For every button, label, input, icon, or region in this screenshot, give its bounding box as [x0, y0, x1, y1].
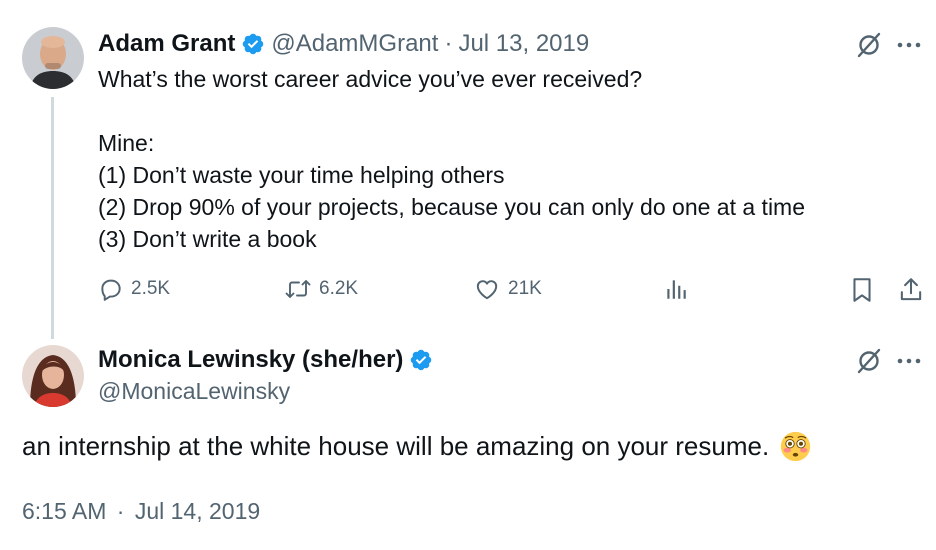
reply-date: Jul 14, 2019 [134, 498, 261, 524]
tweet-body: What’s the worst career advice you’ve ev… [98, 63, 898, 255]
tweet-line: What’s the worst career advice you’ve ev… [98, 66, 643, 92]
tweet-line: (1) Don’t waste your time helping others [98, 162, 505, 188]
reply-text: an internship at the white house will be… [22, 431, 770, 461]
reply-body: an internship at the white house will be… [22, 430, 812, 463]
timestamp-separator: · [116, 498, 125, 524]
bookmark-button[interactable] [849, 276, 875, 304]
flushed-face-emoji-icon [781, 431, 811, 462]
reply-timestamp[interactable]: 6:15 AM · Jul 14, 2019 [22, 498, 260, 525]
author-display-name[interactable]: Adam Grant [98, 30, 235, 58]
date-separator: · [444, 30, 453, 57]
avatar-monica-lewinsky[interactable] [22, 345, 84, 407]
tweet-line: Mine: [98, 130, 155, 156]
share-button[interactable] [898, 276, 924, 304]
reply-author-display-name[interactable]: Monica Lewinsky (she/her) [98, 346, 403, 374]
person-avatar-icon [22, 345, 84, 407]
reply-button[interactable]: 2.5K [98, 276, 170, 302]
verified-badge-icon [243, 33, 264, 55]
tweet-line: (3) Don’t write a book [98, 226, 317, 252]
person-avatar-icon [22, 27, 84, 89]
tweet-date[interactable]: Jul 13, 2019 [458, 30, 589, 58]
avatar-adam-grant[interactable] [22, 27, 84, 89]
more-options-icon[interactable] [896, 36, 922, 54]
reply-icon [101, 279, 121, 301]
reply-time: 6:15 AM [22, 498, 107, 524]
heart-icon [476, 280, 498, 300]
bookmark-icon [853, 278, 871, 302]
reply-header: Monica Lewinsky (she/her) [98, 346, 439, 374]
like-count: 21K [508, 278, 542, 299]
reply-author-handle[interactable]: @MonicaLewinsky [98, 378, 290, 405]
retweet-button[interactable]: 6.2K [284, 276, 358, 302]
tweet-line [98, 95, 898, 127]
reply-count: 2.5K [131, 278, 171, 299]
tweet-header: Adam Grant @AdamMGrant · Jul 13, 2019 [98, 30, 589, 58]
share-icon [900, 278, 922, 301]
retweet-icon [285, 280, 311, 298]
more-options-icon[interactable] [896, 352, 922, 370]
thread-line [51, 97, 54, 339]
analytics-icon [667, 280, 686, 299]
author-handle[interactable]: @AdamMGrant [271, 30, 438, 58]
verified-badge-icon [411, 349, 432, 371]
grok-icon[interactable] [855, 31, 883, 59]
retweet-count: 6.2K [319, 278, 359, 299]
views-button[interactable] [663, 276, 689, 302]
tweet-line: (2) Drop 90% of your projects, because y… [98, 194, 806, 220]
grok-icon[interactable] [855, 347, 883, 375]
like-button[interactable]: 21K [473, 276, 542, 302]
